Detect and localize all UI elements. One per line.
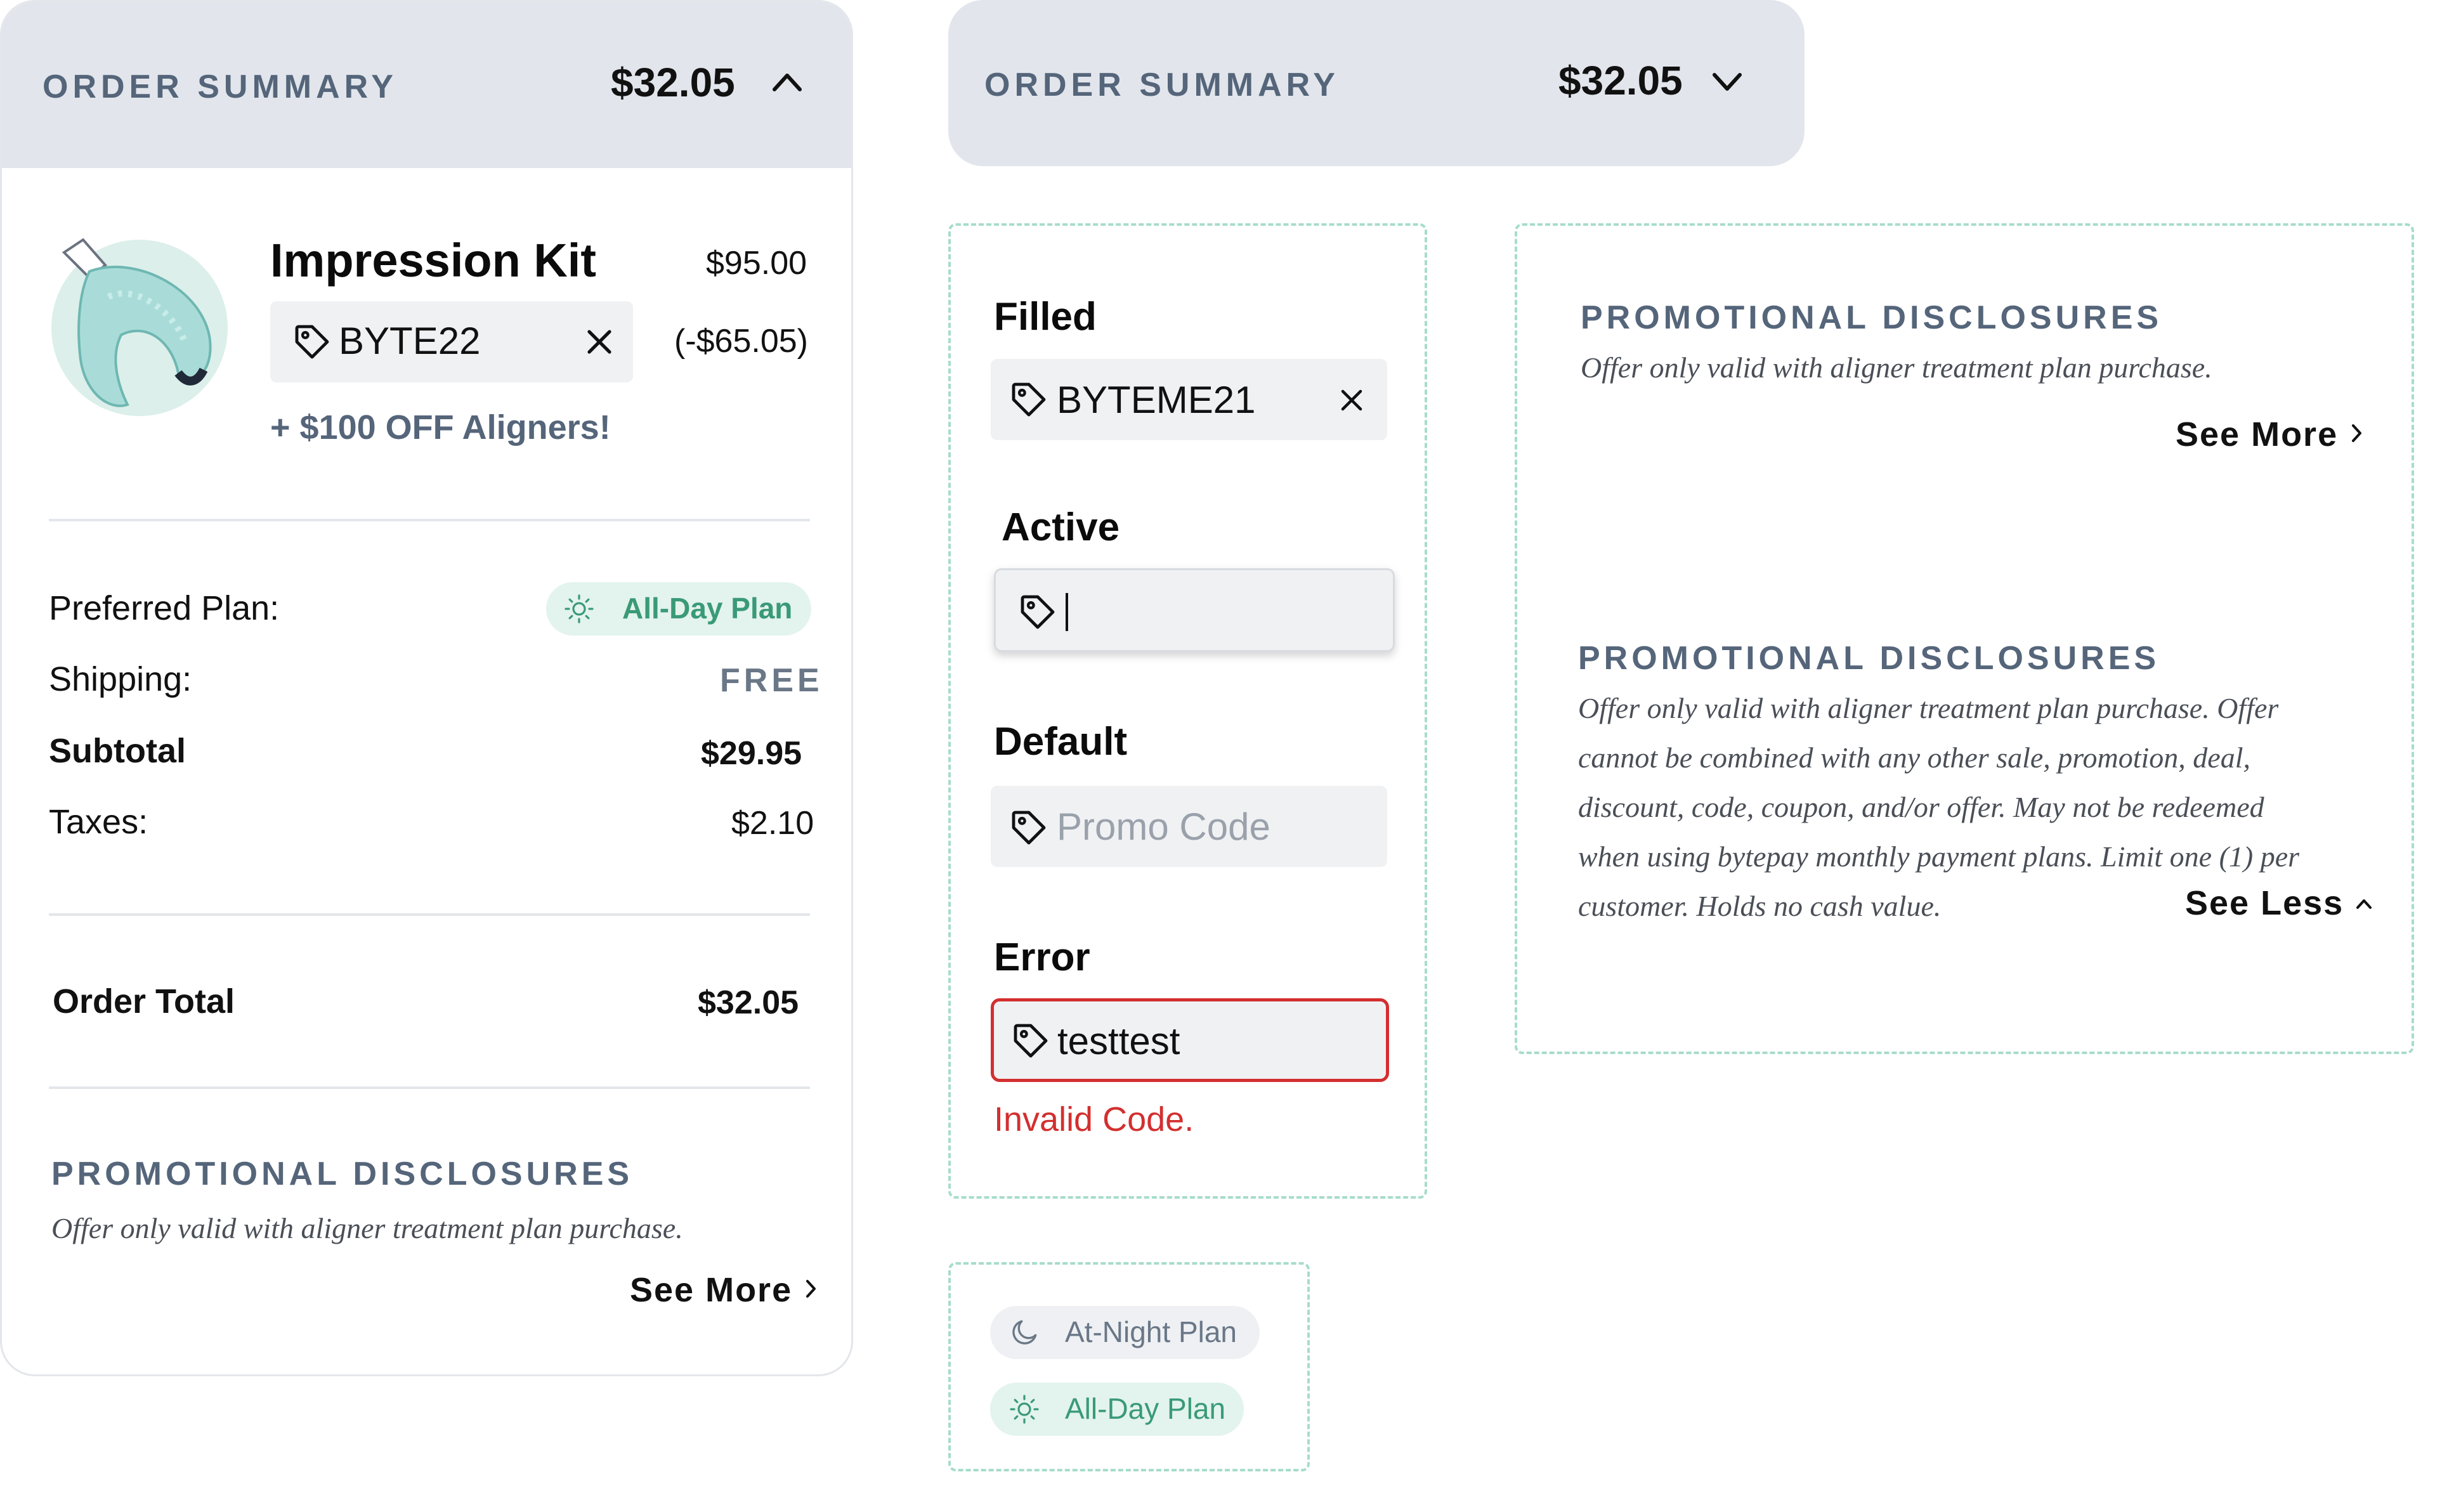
promo-disclosures-title: PROMOTIONAL DISCLOSURES xyxy=(1581,299,2163,336)
all-day-plan-label: All-Day Plan xyxy=(1065,1392,1226,1425)
plan-pills-frame: At-Night Plan All-Day Plan xyxy=(948,1262,1310,1471)
preferred-plan-label: Preferred Plan: xyxy=(49,589,280,627)
error-state-label: Error xyxy=(994,935,1090,979)
at-night-plan-label: At-Night Plan xyxy=(1065,1315,1237,1348)
all-day-plan-pill[interactable]: All-Day Plan xyxy=(990,1383,1244,1436)
promo-offer-text: + $100 OFF Aligners! xyxy=(270,408,611,446)
order-summary-collapsed-header[interactable]: ORDER SUMMARY $32.05 xyxy=(948,0,1805,166)
close-icon[interactable] xyxy=(1338,387,1365,414)
all-day-plan-pill[interactable]: All-Day Plan xyxy=(546,582,811,635)
promo-input-states-frame: Filled BYTEME21 Active Default Promo Cod… xyxy=(948,223,1427,1199)
impression-tray-icon xyxy=(62,238,212,407)
tag-icon xyxy=(1014,1024,1048,1058)
taxes-value: $2.10 xyxy=(731,805,814,842)
order-total-label: Order Total xyxy=(53,982,235,1020)
disclosure-line: when using bytepay monthly payment plans… xyxy=(1578,840,2300,873)
order-summary-card: ORDER SUMMARY $32.05 Impression Kit $95.… xyxy=(0,0,853,1376)
disclosure-variants-frame: PROMOTIONAL DISCLOSURES Offer only valid… xyxy=(1515,223,2414,1054)
order-summary-total: $32.05 xyxy=(1558,58,1683,103)
see-more-link[interactable]: See More xyxy=(2176,415,2361,454)
sun-icon xyxy=(565,594,594,623)
chevron-up-icon xyxy=(2356,899,2372,909)
disclosure-line: Offer only valid with aligner treatment … xyxy=(1578,692,2279,724)
chevron-up-icon[interactable] xyxy=(769,69,805,94)
close-icon[interactable] xyxy=(584,327,615,357)
chevron-down-icon[interactable] xyxy=(1709,68,1745,94)
promo-input-filled[interactable]: BYTEME21 xyxy=(991,359,1387,440)
filled-state-label: Filled xyxy=(994,295,1097,339)
at-night-plan-pill[interactable]: At-Night Plan xyxy=(990,1306,1260,1359)
promo-input-error[interactable]: testtest xyxy=(991,998,1389,1082)
tag-icon xyxy=(1012,811,1046,845)
see-more-link[interactable]: See More xyxy=(630,1270,816,1310)
applied-promo-code: BYTE22 xyxy=(339,320,481,362)
disclosure-line: cannot be combined with any other sale, … xyxy=(1578,741,2250,774)
product-image xyxy=(51,238,228,416)
product-discount: (-$65.05) xyxy=(674,323,808,360)
default-state-label: Default xyxy=(994,720,1128,764)
error-input-value: testtest xyxy=(1057,1020,1180,1062)
sun-icon xyxy=(1010,1395,1039,1424)
filled-input-value: BYTEME21 xyxy=(1057,379,1256,421)
order-summary-header[interactable]: ORDER SUMMARY $32.05 xyxy=(2,2,851,168)
see-more-label: See More xyxy=(630,1271,793,1309)
promo-input-default[interactable]: Promo Code xyxy=(991,786,1387,867)
divider xyxy=(49,519,810,521)
taxes-label: Taxes: xyxy=(49,803,148,841)
see-less-link[interactable]: See Less xyxy=(2185,883,2372,923)
promo-disclosures-title: PROMOTIONAL DISCLOSURES xyxy=(51,1156,634,1192)
see-less-label: See Less xyxy=(2185,884,2344,922)
promo-input-active[interactable] xyxy=(994,568,1395,652)
chevron-right-icon xyxy=(806,1280,816,1298)
promo-disclosures-text: Offer only valid with aligner treatment … xyxy=(51,1212,683,1244)
tag-icon xyxy=(1012,382,1046,417)
order-summary-title: ORDER SUMMARY xyxy=(984,67,1340,103)
applied-promo-chip: BYTE22 xyxy=(270,301,633,382)
tag-icon xyxy=(1021,595,1055,629)
order-total-value: $32.05 xyxy=(698,984,799,1021)
subtotal-label: Subtotal xyxy=(49,732,186,770)
divider xyxy=(49,913,810,916)
promo-code-placeholder: Promo Code xyxy=(1057,805,1270,848)
subtotal-value: $29.95 xyxy=(701,735,802,772)
active-state-label: Active xyxy=(1002,505,1120,549)
all-day-plan-label: All-Day Plan xyxy=(622,592,793,625)
promo-disclosures-text: Offer only valid with aligner treatment … xyxy=(1581,351,2212,384)
shipping-value: FREE xyxy=(720,662,823,699)
text-caret xyxy=(1066,593,1068,631)
error-message: Invalid Code. xyxy=(994,1100,1194,1138)
moon-icon xyxy=(1012,1320,1037,1345)
order-summary-total: $32.05 xyxy=(611,60,735,105)
divider xyxy=(49,1086,810,1089)
disclosure-line: discount, code, coupon, and/or offer. Ma… xyxy=(1578,791,2264,823)
promo-disclosures-title: PROMOTIONAL DISCLOSURES xyxy=(1578,640,2160,677)
shipping-label: Shipping: xyxy=(49,660,192,698)
tag-icon xyxy=(295,325,329,359)
chevron-right-icon xyxy=(2351,424,2361,442)
product-name: Impression Kit xyxy=(270,234,596,287)
product-price: $95.00 xyxy=(706,245,807,282)
see-more-label: See More xyxy=(2176,415,2339,453)
order-summary-title: ORDER SUMMARY xyxy=(42,68,398,105)
